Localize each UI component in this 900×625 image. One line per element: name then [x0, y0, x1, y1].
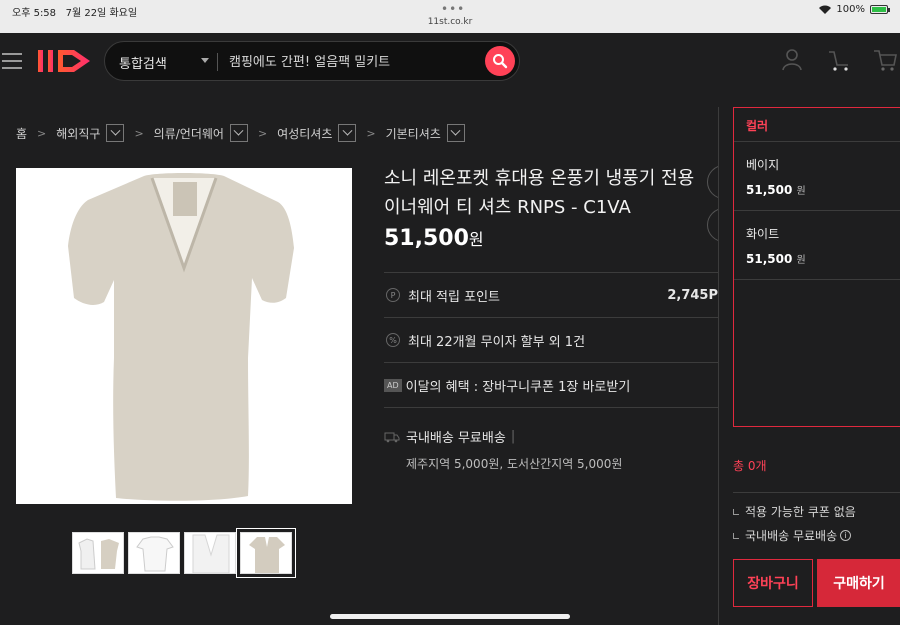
point-value: 2,745P	[667, 287, 718, 303]
add-to-cart-button[interactable]: 장바구니	[733, 559, 813, 607]
breadcrumb: 홈 > 해외직구 > 의류/언더웨어 > 여성티셔츠 > 기본티셔츠	[16, 124, 465, 142]
chevron-down-icon[interactable]	[106, 124, 125, 142]
option-item-beige[interactable]: 베이지 51,500 원	[734, 142, 900, 211]
recent-icon[interactable]	[826, 47, 852, 73]
thumbnail[interactable]	[128, 532, 180, 574]
breadcrumb-item[interactable]: 해외직구	[56, 124, 125, 142]
site-header: 통합검색	[0, 33, 900, 107]
breadcrumb-item[interactable]: 의류/언더웨어	[154, 124, 248, 142]
search-input[interactable]	[229, 52, 479, 72]
thumbnail[interactable]	[184, 532, 236, 574]
card-icon: %	[386, 333, 400, 347]
logo-11st[interactable]	[36, 47, 94, 75]
shipping-info: 국내배송 무료배송 | 제주지역 5,000원, 도서산간지역 5,000원	[384, 407, 718, 472]
address-url[interactable]: 11st.co.kr	[0, 17, 900, 27]
option-header: 컬러	[734, 108, 900, 142]
product-price: 51,500원	[384, 226, 484, 251]
thumbnail[interactable]	[72, 532, 124, 574]
product-title: 소니 레온포켓 휴대용 온풍기 냉풍기 전용 이너웨어 티 셔츠 RNPS - …	[384, 168, 695, 218]
search-button[interactable]	[485, 46, 515, 76]
home-indicator[interactable]	[330, 614, 570, 619]
more-dots-icon[interactable]: •••	[441, 2, 465, 16]
point-row: P 최대 적립 포인트 2,745P	[384, 272, 718, 317]
chevron-down-icon[interactable]	[446, 124, 465, 142]
chevron-down-icon[interactable]	[338, 124, 357, 142]
breadcrumb-item[interactable]: 기본티셔츠	[386, 124, 465, 142]
option-list: 컬러 베이지 51,500 원 화이트 51,500 원	[733, 107, 900, 427]
product-main-image[interactable]	[16, 168, 352, 504]
battery-percent: 100%	[836, 4, 865, 15]
breadcrumb-home[interactable]: 홈	[16, 125, 27, 142]
cart-icon[interactable]	[872, 47, 898, 73]
monthly-benefit-row[interactable]: AD 이달의 혜택 : 장바구니쿠폰 1장 바로받기	[384, 362, 718, 407]
shipping-summary: 국내배송 무료배송 i	[733, 527, 852, 544]
search-category-select[interactable]: 통합검색	[119, 53, 167, 72]
point-icon: P	[386, 288, 400, 302]
thumbnail-selected[interactable]	[236, 528, 296, 578]
status-right: 100%	[819, 4, 890, 15]
buy-now-button[interactable]: 구매하기	[817, 559, 900, 607]
truck-icon	[384, 432, 400, 442]
breadcrumb-item[interactable]: 여성티셔츠	[277, 124, 357, 142]
ad-badge: AD	[384, 378, 402, 392]
status-bar: 오후 5:58 7월 22일 화요일 ••• 11st.co.kr 100%	[0, 0, 900, 33]
coupon-info: 적용 가능한 쿠폰 없음	[733, 503, 856, 520]
purchase-panel: 컬러 베이지 51,500 원 화이트 51,500 원 총 0개 적용 가능한…	[718, 107, 900, 625]
option-item-white[interactable]: 화이트 51,500 원	[734, 211, 900, 280]
menu-icon[interactable]	[2, 53, 22, 71]
search-bar: 통합검색	[104, 41, 520, 81]
thumbnail-strip	[72, 528, 296, 578]
wifi-icon	[819, 5, 832, 14]
user-icon[interactable]	[780, 47, 804, 71]
installment-row[interactable]: % 최대 22개월 무이자 할부 외 1건	[384, 317, 718, 362]
total-count: 총 0개	[733, 459, 767, 473]
chevron-down-icon[interactable]	[229, 124, 248, 142]
chevron-down-icon[interactable]	[201, 58, 209, 63]
search-icon	[493, 54, 508, 69]
battery-icon	[870, 5, 890, 14]
info-icon[interactable]: i	[840, 530, 852, 541]
shipping-extra: 제주지역 5,000원, 도서산간지역 5,000원	[406, 457, 623, 471]
